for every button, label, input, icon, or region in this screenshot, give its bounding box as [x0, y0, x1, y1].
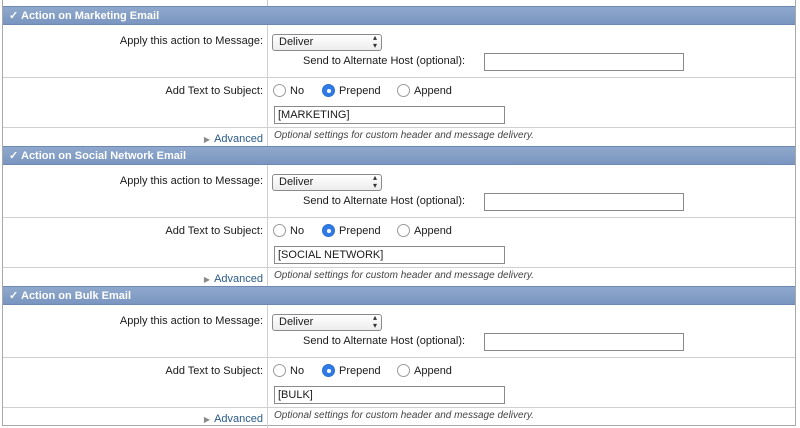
section-header[interactable]: ✓ Action on Social Network Email [3, 146, 795, 165]
checkmark-icon: ✓ [9, 150, 19, 162]
subject-row: Add Text to Subject: No Prepend Append [… [3, 78, 795, 128]
radio-append-label: Append [414, 225, 452, 237]
apply-action-label: Apply this action to Message: [119, 35, 263, 47]
alternate-host-input[interactable] [484, 53, 684, 71]
triangle-right-icon: ▶ [203, 275, 211, 284]
advanced-row: ▶ Advanced Optional settings for custom h… [3, 268, 795, 288]
apply-action-row: Apply this action to Message: Deliver ▴ ▾… [3, 25, 795, 78]
checkmark-icon: ✓ [9, 290, 19, 302]
triangle-right-icon: ▶ [203, 135, 211, 144]
apply-action-label: Apply this action to Message: [119, 315, 263, 327]
subject-text-input[interactable]: [SOCIAL NETWORK] [274, 246, 505, 264]
action-select-value: Deliver [279, 36, 314, 48]
apply-action-row: Apply this action to Message: Deliver ▴ ▾… [3, 165, 795, 218]
radio-prepend-label: Prepend [339, 225, 381, 237]
action-select[interactable]: Deliver ▴ ▾ [272, 174, 382, 191]
radio-no-label: No [290, 365, 305, 377]
radio-append[interactable] [397, 84, 410, 97]
radio-no-label: No [290, 85, 305, 97]
advanced-link[interactable]: ▶ Advanced [204, 273, 263, 285]
subject-label: Add Text to Subject: [165, 225, 263, 237]
radio-no[interactable] [273, 224, 286, 237]
apply-action-row: Apply this action to Message: Deliver ▴ ▾… [3, 305, 795, 358]
advanced-link[interactable]: ▶ Advanced [204, 133, 263, 145]
advanced-row: ▶ Advanced Optional settings for custom h… [3, 128, 795, 148]
radio-prepend-label: Prepend [339, 365, 381, 377]
advanced-note: Optional settings for custom header and … [274, 130, 534, 141]
apply-action-label: Apply this action to Message: [119, 175, 263, 187]
radio-prepend-label: Prepend [339, 85, 381, 97]
advanced-note: Optional settings for custom header and … [274, 410, 534, 421]
section-header[interactable]: ✓ Action on Marketing Email [3, 6, 795, 25]
advanced-label: Advanced [214, 273, 263, 285]
radio-append-label: Append [414, 85, 452, 97]
radio-prepend[interactable] [322, 224, 335, 237]
subject-text-input[interactable]: [BULK] [274, 386, 505, 404]
action-select-value: Deliver [279, 176, 314, 188]
advanced-link[interactable]: ▶ Advanced [204, 413, 263, 425]
radio-append[interactable] [397, 224, 410, 237]
subject-text-input[interactable]: [MARKETING] [274, 106, 505, 124]
radio-no[interactable] [273, 364, 286, 377]
radio-prepend[interactable] [322, 364, 335, 377]
radio-no[interactable] [273, 84, 286, 97]
radio-append[interactable] [397, 364, 410, 377]
section-header[interactable]: ✓ Action on Bulk Email [3, 286, 795, 305]
advanced-row: ▶ Advanced Optional settings for custom h… [3, 408, 795, 428]
subject-label: Add Text to Subject: [165, 365, 263, 377]
alternate-host-label: Send to Alternate Host (optional): [303, 335, 466, 347]
radio-prepend[interactable] [322, 84, 335, 97]
checkmark-icon: ✓ [9, 10, 19, 22]
settings-panel: ✓ Action on Marketing Email Apply this a… [2, 0, 796, 428]
select-arrows-icon: ▴ ▾ [372, 173, 377, 190]
subject-row: Add Text to Subject: No Prepend Append [… [3, 358, 795, 408]
action-select-value: Deliver [279, 316, 314, 328]
select-arrows-icon: ▴ ▾ [372, 33, 377, 50]
radio-append-label: Append [414, 365, 452, 377]
action-section: ✓ Action on Marketing Email Apply this a… [3, 6, 795, 148]
action-select[interactable]: Deliver ▴ ▾ [272, 314, 382, 331]
alternate-host-input[interactable] [484, 193, 684, 211]
advanced-label: Advanced [214, 413, 263, 425]
advanced-note: Optional settings for custom header and … [274, 270, 534, 281]
section-title: Action on Social Network Email [21, 150, 187, 162]
section-title: Action on Bulk Email [21, 290, 132, 302]
triangle-right-icon: ▶ [203, 415, 211, 424]
subject-row: Add Text to Subject: No Prepend Append [… [3, 218, 795, 268]
alternate-host-label: Send to Alternate Host (optional): [303, 195, 466, 207]
action-select[interactable]: Deliver ▴ ▾ [272, 34, 382, 51]
advanced-label: Advanced [214, 133, 263, 145]
alternate-host-label: Send to Alternate Host (optional): [303, 55, 466, 67]
subject-label: Add Text to Subject: [165, 85, 263, 97]
alternate-host-input[interactable] [484, 333, 684, 351]
radio-no-label: No [290, 225, 305, 237]
action-section: ✓ Action on Bulk Email Apply this action… [3, 286, 795, 428]
section-title: Action on Marketing Email [21, 10, 160, 22]
action-section: ✓ Action on Social Network Email Apply t… [3, 146, 795, 288]
select-arrows-icon: ▴ ▾ [372, 313, 377, 330]
